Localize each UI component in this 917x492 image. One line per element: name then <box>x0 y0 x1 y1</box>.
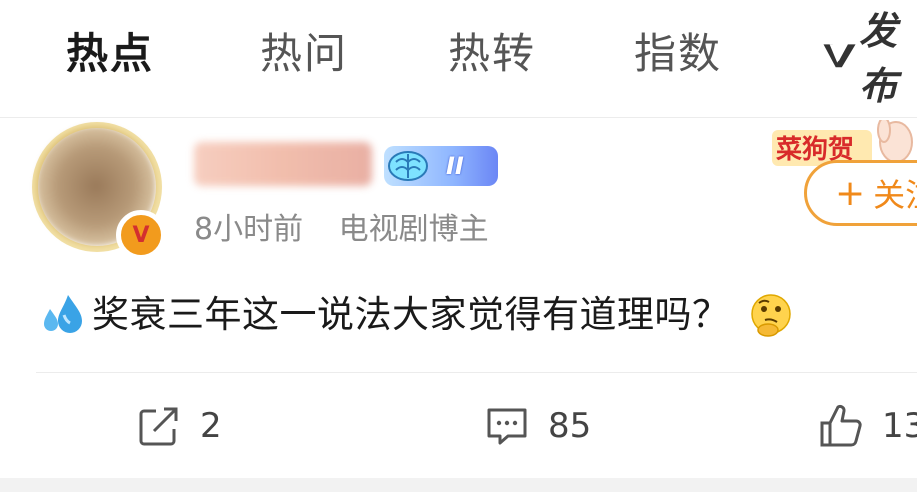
tab-hot-reposts[interactable]: 热转 <box>448 24 536 84</box>
follow-label: 关注 <box>873 176 917 214</box>
post-time: 8小时前 <box>194 212 304 247</box>
top-tab-bar: 热点 热问 热转 指数 发布 <box>0 0 917 118</box>
like-button[interactable]: 13 <box>818 400 917 452</box>
repost-count: 2 <box>200 406 222 446</box>
tab-hot-questions[interactable]: 热问 <box>260 24 348 84</box>
post-text: 奖衰三年这一说法大家觉得有道理吗？ <box>92 293 730 336</box>
plus-icon: + <box>835 172 866 214</box>
tab-hot[interactable]: 热点 <box>66 24 154 84</box>
thinking-face-icon <box>750 294 791 337</box>
follow-button[interactable]: + 关注 <box>804 160 917 226</box>
publish-label: 发布 <box>859 9 898 108</box>
brain-icon <box>388 151 428 181</box>
tab-index[interactable]: 指数 <box>634 24 722 84</box>
divider <box>36 372 917 373</box>
tab-publish[interactable]: 发布 <box>822 9 917 108</box>
avatar[interactable]: V <box>30 122 170 262</box>
feed-separator <box>0 478 917 492</box>
thumbs-up-icon <box>820 404 862 447</box>
post-meta: 8小时前 电视剧博主 <box>194 210 489 250</box>
level-text: II <box>446 152 464 180</box>
comment-button[interactable]: 85 <box>484 400 591 452</box>
verified-v-icon: V <box>116 210 166 260</box>
post-content[interactable]: 奖衰三年这一说法大家觉得有道理吗？ <box>38 290 794 340</box>
like-count: 13 <box>882 406 917 446</box>
comment-icon <box>487 408 527 445</box>
comment-count: 85 <box>548 406 592 446</box>
repost-button[interactable]: 2 <box>136 400 222 452</box>
sweat-drops-icon <box>44 295 82 333</box>
v-logo-icon <box>823 44 856 68</box>
username-redacted[interactable] <box>194 142 372 186</box>
repost-icon <box>139 407 178 446</box>
author-tag: 电视剧博主 <box>338 212 489 247</box>
level-badge[interactable]: II <box>384 146 498 186</box>
